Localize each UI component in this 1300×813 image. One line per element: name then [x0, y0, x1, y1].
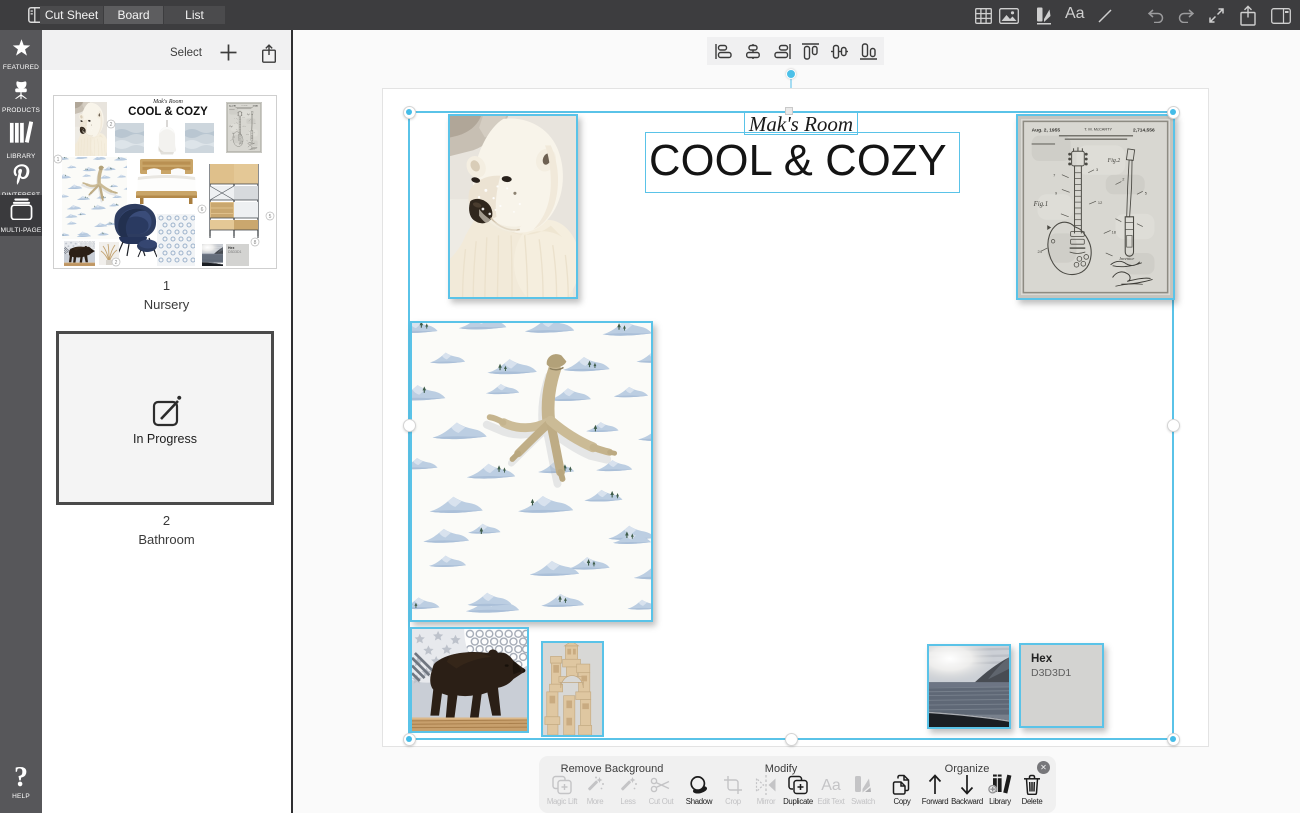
- svg-text:1: 1: [57, 157, 60, 163]
- svg-text:5: 5: [269, 214, 272, 220]
- svg-text:6: 6: [201, 207, 204, 213]
- svg-text:2: 2: [110, 122, 113, 128]
- svg-text:8: 8: [254, 240, 257, 246]
- svg-text:2: 2: [115, 260, 118, 266]
